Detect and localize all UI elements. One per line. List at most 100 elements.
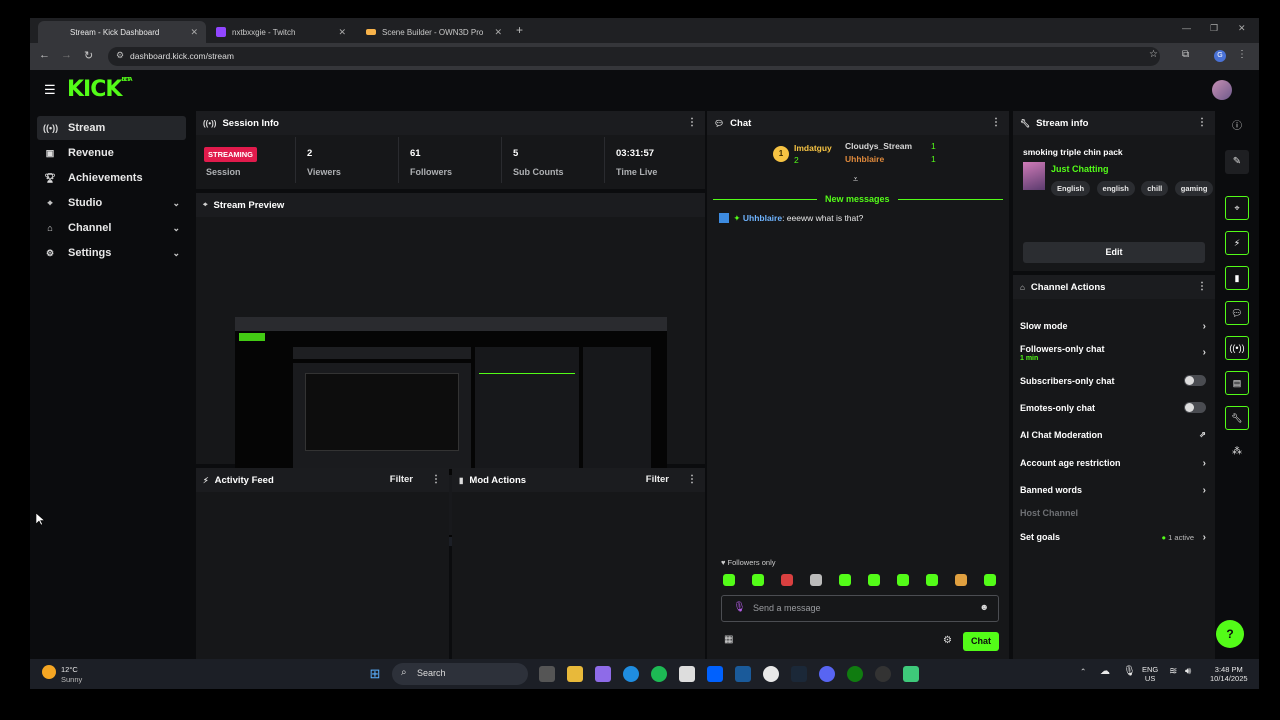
chat-username[interactable]: Uhhblaire [743, 213, 782, 223]
onedrive-icon[interactable]: ☁ [1100, 666, 1110, 677]
info-icon[interactable]: ⓘ [1225, 115, 1249, 139]
sidebar-item-settings[interactable]: ⚙ Settings ⌄ [37, 241, 186, 265]
browser-menu-icon[interactable]: ⋮ [1237, 49, 1247, 60]
set-goals-option[interactable]: Set goals ● 1 active › [1020, 532, 1206, 543]
emote-icon[interactable] [926, 574, 938, 586]
xbox-icon[interactable] [847, 666, 863, 682]
sidebar-item-studio[interactable]: ⌖ Studio ⌄ [37, 191, 186, 215]
more-options-icon[interactable]: ⋮ [687, 117, 697, 128]
sun-weather-icon[interactable] [42, 665, 56, 679]
chat-message-input[interactable]: 🎙︎ Send a message ☻ [721, 595, 999, 622]
collapse-pinned-icon[interactable]: ⩡ [853, 174, 858, 185]
sidebar-item-channel[interactable]: ⌂ Channel ⌄ [37, 216, 186, 240]
stream-info-toggle-icon[interactable]: 🔧︎ [1225, 406, 1249, 430]
more-options-icon[interactable]: ⋮ [687, 474, 697, 485]
user-avatar[interactable] [1212, 80, 1232, 100]
account-age-restriction-option[interactable]: Account age restriction › [1020, 458, 1206, 469]
emote-icon[interactable] [723, 574, 735, 586]
app-icon[interactable] [903, 666, 919, 682]
emote-icon[interactable] [897, 574, 909, 586]
forward-icon[interactable]: → [61, 49, 72, 61]
microphone-icon[interactable]: 🎙︎ [733, 602, 746, 613]
wifi-icon[interactable]: ≋ [1169, 666, 1177, 677]
store-icon[interactable] [679, 666, 695, 682]
address-bar[interactable]: ⚙ dashboard.kick.com/stream [108, 47, 1160, 66]
emoji-picker-icon[interactable]: ☻ [980, 602, 989, 612]
extensions-icon[interactable]: ⧉ [1182, 49, 1189, 60]
emote-icon[interactable] [839, 574, 851, 586]
chat-toggle-icon[interactable]: 💬︎ [1225, 301, 1249, 325]
slow-mode-option[interactable]: Slow mode › [1020, 321, 1206, 332]
stream-preview-toggle-icon[interactable]: ⌖ [1225, 196, 1249, 220]
reload-icon[interactable]: ↻ [84, 49, 93, 62]
bookmark-star-icon[interactable]: ☆ [1149, 49, 1158, 60]
close-tab-icon[interactable]: ✕ [338, 27, 346, 38]
tab-kick-dashboard[interactable]: Stream - Kick Dashboard ✕ [38, 21, 206, 43]
banned-words-option[interactable]: Banned words › [1020, 485, 1206, 496]
emote-icon[interactable] [752, 574, 764, 586]
more-options-icon[interactable]: ⋮ [431, 474, 441, 485]
hamburger-menu-icon[interactable]: ☰ [44, 82, 56, 98]
close-tab-icon[interactable]: ✕ [494, 27, 502, 38]
taskbar-search[interactable]: ⌕ Search [392, 663, 528, 685]
task-view-icon[interactable] [539, 666, 555, 682]
more-options-icon[interactable]: ⋮ [1197, 281, 1207, 292]
filter-button[interactable]: Filter [646, 474, 669, 485]
spotify-icon[interactable] [651, 666, 667, 682]
maximize-icon[interactable]: ❐ [1210, 23, 1218, 34]
microphone-tray-icon[interactable]: 🎙︎ [1123, 666, 1136, 677]
ai-chat-moderation-option[interactable]: AI Chat Moderation ⇗ [1020, 430, 1206, 440]
emote-icon[interactable] [984, 574, 996, 586]
steam-icon[interactable] [791, 666, 807, 682]
emotes-only-toggle[interactable] [1184, 402, 1206, 413]
help-support-icon[interactable]: ? [1216, 620, 1244, 648]
stream-category[interactable]: Just Chatting [1051, 164, 1109, 174]
mod-actions-toggle-icon[interactable]: ▮ [1225, 266, 1249, 290]
copilot-icon[interactable] [595, 666, 611, 682]
send-chat-button[interactable]: Chat [963, 632, 999, 651]
chrome-icon[interactable] [763, 666, 779, 682]
close-window-icon[interactable]: ✕ [1238, 23, 1246, 34]
edit-layout-icon[interactable]: ✎ [1225, 150, 1249, 174]
profile-icon[interactable]: G [1214, 50, 1226, 62]
emote-icon[interactable] [781, 574, 793, 586]
emote-icon[interactable] [810, 574, 822, 586]
emote-icon[interactable] [868, 574, 880, 586]
new-messages-label[interactable]: New messages [817, 194, 898, 204]
file-explorer-icon[interactable] [567, 666, 583, 682]
followers-only-chat-option[interactable]: Followers-only chat 1 min › [1020, 344, 1206, 362]
activity-feed-toggle-icon[interactable]: ⚡︎ [1225, 231, 1249, 255]
show-hidden-icons[interactable]: ⌃ [1080, 667, 1086, 676]
volume-icon[interactable]: 🔊︎ [1185, 666, 1191, 677]
minimize-icon[interactable]: — [1182, 23, 1191, 33]
back-icon[interactable]: ← [39, 49, 50, 61]
language-indicator[interactable]: ENG US [1142, 665, 1158, 683]
session-info-toggle-icon[interactable]: ((•)) [1225, 336, 1249, 360]
obs-icon[interactable] [875, 666, 891, 682]
weather-temp[interactable]: 12°C [61, 665, 78, 674]
edit-stream-info-button[interactable]: Edit [1023, 242, 1205, 263]
sidebar-item-revenue[interactable]: ▣ Revenue [37, 141, 186, 165]
more-options-icon[interactable]: ⋮ [1197, 117, 1207, 128]
subscribers-only-toggle[interactable] [1184, 375, 1206, 386]
channel-actions-toggle-icon[interactable]: ▤ [1225, 371, 1249, 395]
site-settings-icon[interactable]: ⚙ [116, 50, 124, 61]
weather-desc[interactable]: Sunny [61, 675, 82, 684]
add-widget-icon[interactable]: ⁂ [1225, 440, 1249, 464]
close-tab-icon[interactable]: ✕ [190, 27, 198, 38]
windows-start-icon[interactable]: ⊞ [367, 666, 383, 682]
new-tab-icon[interactable]: + [516, 23, 523, 37]
sidebar-item-achievements[interactable]: 🏆︎ Achievements [37, 166, 186, 190]
gifter-name[interactable]: Cloudys_Stream [845, 141, 912, 151]
filter-button[interactable]: Filter [390, 474, 413, 485]
app-icon[interactable] [735, 666, 751, 682]
tab-scene-builder[interactable]: Scene Builder - OWN3D Pro ✕ [358, 21, 510, 43]
kick-logo[interactable]: KICKBETA [67, 77, 133, 102]
chat-settings-icon[interactable]: ⚙ [943, 635, 952, 646]
emote-icon[interactable] [955, 574, 967, 586]
discord-icon[interactable] [819, 666, 835, 682]
dropbox-icon[interactable] [707, 666, 723, 682]
gifter-name[interactable]: Imdatguy [794, 143, 832, 153]
store-icon[interactable]: ▦ [724, 634, 733, 645]
gifter-name[interactable]: Uhhblaire [845, 154, 884, 164]
